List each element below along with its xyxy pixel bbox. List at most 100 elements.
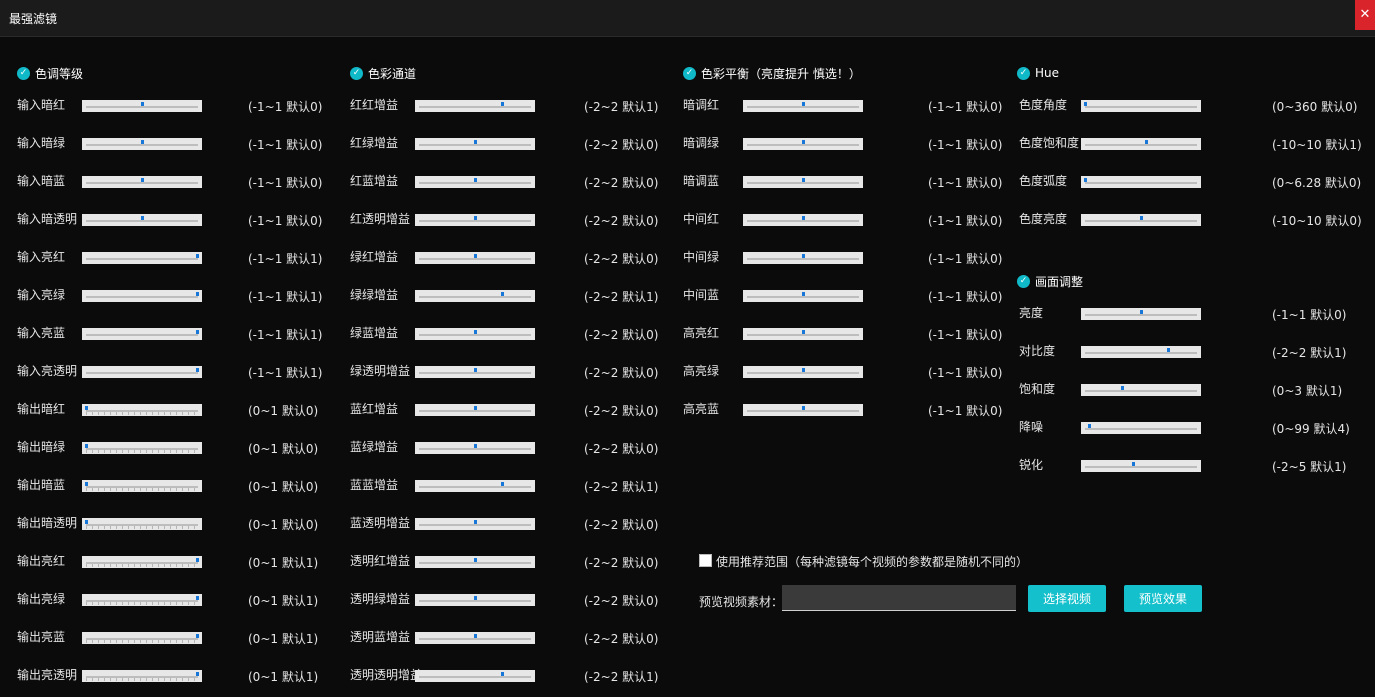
- param-slider[interactable]: [82, 290, 202, 302]
- section-check-icon[interactable]: ✓: [1017, 274, 1030, 288]
- slider-thumb[interactable]: [801, 216, 805, 220]
- slider-thumb[interactable]: [1084, 178, 1087, 182]
- slider-thumb[interactable]: [1167, 348, 1171, 352]
- slider-thumb[interactable]: [473, 444, 477, 448]
- param-slider[interactable]: [82, 138, 202, 150]
- param-slider[interactable]: [415, 632, 535, 644]
- slider-thumb[interactable]: [85, 406, 88, 410]
- section-check-icon[interactable]: ✓: [350, 66, 363, 80]
- slider-thumb[interactable]: [196, 672, 199, 676]
- slider-thumb[interactable]: [85, 444, 88, 448]
- param-slider[interactable]: [743, 176, 863, 188]
- preview-video-input[interactable]: [782, 585, 1016, 611]
- param-slider[interactable]: [82, 214, 202, 226]
- close-icon[interactable]: ✕: [1355, 0, 1375, 30]
- slider-thumb[interactable]: [801, 330, 805, 334]
- param-slider[interactable]: [415, 252, 535, 264]
- param-slider[interactable]: [82, 176, 202, 188]
- param-slider[interactable]: [82, 404, 202, 416]
- section-title[interactable]: ✓ 色彩平衡（亮度提升 慎选！）: [683, 65, 861, 81]
- param-slider[interactable]: [743, 328, 863, 340]
- param-slider[interactable]: [1081, 138, 1201, 150]
- param-slider[interactable]: [415, 480, 535, 492]
- param-slider[interactable]: [82, 632, 202, 644]
- section-title[interactable]: ✓ 色调等级: [17, 65, 83, 81]
- slider-thumb[interactable]: [196, 330, 199, 334]
- slider-thumb[interactable]: [140, 140, 144, 144]
- slider-thumb[interactable]: [1084, 102, 1087, 106]
- slider-thumb[interactable]: [85, 482, 88, 486]
- slider-thumb[interactable]: [801, 140, 805, 144]
- slider-thumb[interactable]: [501, 292, 505, 296]
- param-slider[interactable]: [82, 556, 202, 568]
- param-slider[interactable]: [415, 366, 535, 378]
- slider-thumb[interactable]: [140, 102, 144, 106]
- slider-thumb[interactable]: [196, 368, 199, 372]
- slider-thumb[interactable]: [473, 596, 477, 600]
- slider-thumb[interactable]: [196, 558, 199, 562]
- param-slider[interactable]: [82, 100, 202, 112]
- param-slider[interactable]: [415, 100, 535, 112]
- param-slider[interactable]: [1081, 308, 1201, 320]
- param-slider[interactable]: [415, 442, 535, 454]
- param-slider[interactable]: [743, 366, 863, 378]
- slider-thumb[interactable]: [501, 482, 505, 486]
- param-slider[interactable]: [82, 518, 202, 530]
- param-slider[interactable]: [1081, 214, 1201, 226]
- param-slider[interactable]: [743, 252, 863, 264]
- param-slider[interactable]: [82, 366, 202, 378]
- slider-thumb[interactable]: [1139, 216, 1143, 220]
- slider-thumb[interactable]: [1139, 310, 1143, 314]
- param-slider[interactable]: [82, 328, 202, 340]
- param-slider[interactable]: [82, 670, 202, 682]
- param-slider[interactable]: [82, 252, 202, 264]
- param-slider[interactable]: [743, 100, 863, 112]
- slider-thumb[interactable]: [501, 672, 505, 676]
- section-check-icon[interactable]: ✓: [17, 66, 30, 80]
- param-slider[interactable]: [1081, 422, 1201, 434]
- slider-thumb[interactable]: [473, 406, 477, 410]
- slider-thumb[interactable]: [801, 292, 805, 296]
- param-slider[interactable]: [415, 670, 535, 682]
- slider-thumb[interactable]: [473, 368, 477, 372]
- param-slider[interactable]: [743, 138, 863, 150]
- param-slider[interactable]: [415, 176, 535, 188]
- slider-thumb[interactable]: [801, 368, 805, 372]
- slider-thumb[interactable]: [1131, 462, 1135, 466]
- slider-thumb[interactable]: [801, 254, 805, 258]
- slider-thumb[interactable]: [196, 292, 199, 296]
- slider-thumb[interactable]: [473, 140, 477, 144]
- slider-thumb[interactable]: [1121, 386, 1124, 390]
- param-slider[interactable]: [82, 442, 202, 454]
- param-slider[interactable]: [1081, 460, 1201, 472]
- slider-thumb[interactable]: [801, 178, 805, 182]
- param-slider[interactable]: [743, 404, 863, 416]
- slider-thumb[interactable]: [473, 330, 477, 334]
- param-slider[interactable]: [415, 290, 535, 302]
- section-check-icon[interactable]: ✓: [683, 66, 696, 80]
- select-video-button[interactable]: 选择视频: [1028, 585, 1106, 612]
- param-slider[interactable]: [743, 214, 863, 226]
- param-slider[interactable]: [743, 290, 863, 302]
- slider-thumb[interactable]: [801, 406, 805, 410]
- param-slider[interactable]: [415, 404, 535, 416]
- param-slider[interactable]: [1081, 100, 1201, 112]
- param-slider[interactable]: [1081, 346, 1201, 358]
- param-slider[interactable]: [82, 480, 202, 492]
- slider-thumb[interactable]: [85, 520, 88, 524]
- param-slider[interactable]: [415, 518, 535, 530]
- slider-thumb[interactable]: [140, 216, 144, 220]
- section-check-icon[interactable]: ✓: [1017, 66, 1030, 80]
- section-title[interactable]: ✓ 色彩通道: [350, 65, 416, 81]
- slider-thumb[interactable]: [473, 520, 477, 524]
- slider-thumb[interactable]: [196, 254, 199, 258]
- slider-thumb[interactable]: [196, 596, 199, 600]
- slider-thumb[interactable]: [801, 102, 805, 106]
- slider-thumb[interactable]: [501, 102, 505, 106]
- slider-thumb[interactable]: [140, 178, 144, 182]
- recommend-range-checkbox[interactable]: [699, 554, 712, 567]
- slider-thumb[interactable]: [196, 634, 199, 638]
- param-slider[interactable]: [415, 594, 535, 606]
- param-slider[interactable]: [1081, 176, 1201, 188]
- param-slider[interactable]: [1081, 384, 1201, 396]
